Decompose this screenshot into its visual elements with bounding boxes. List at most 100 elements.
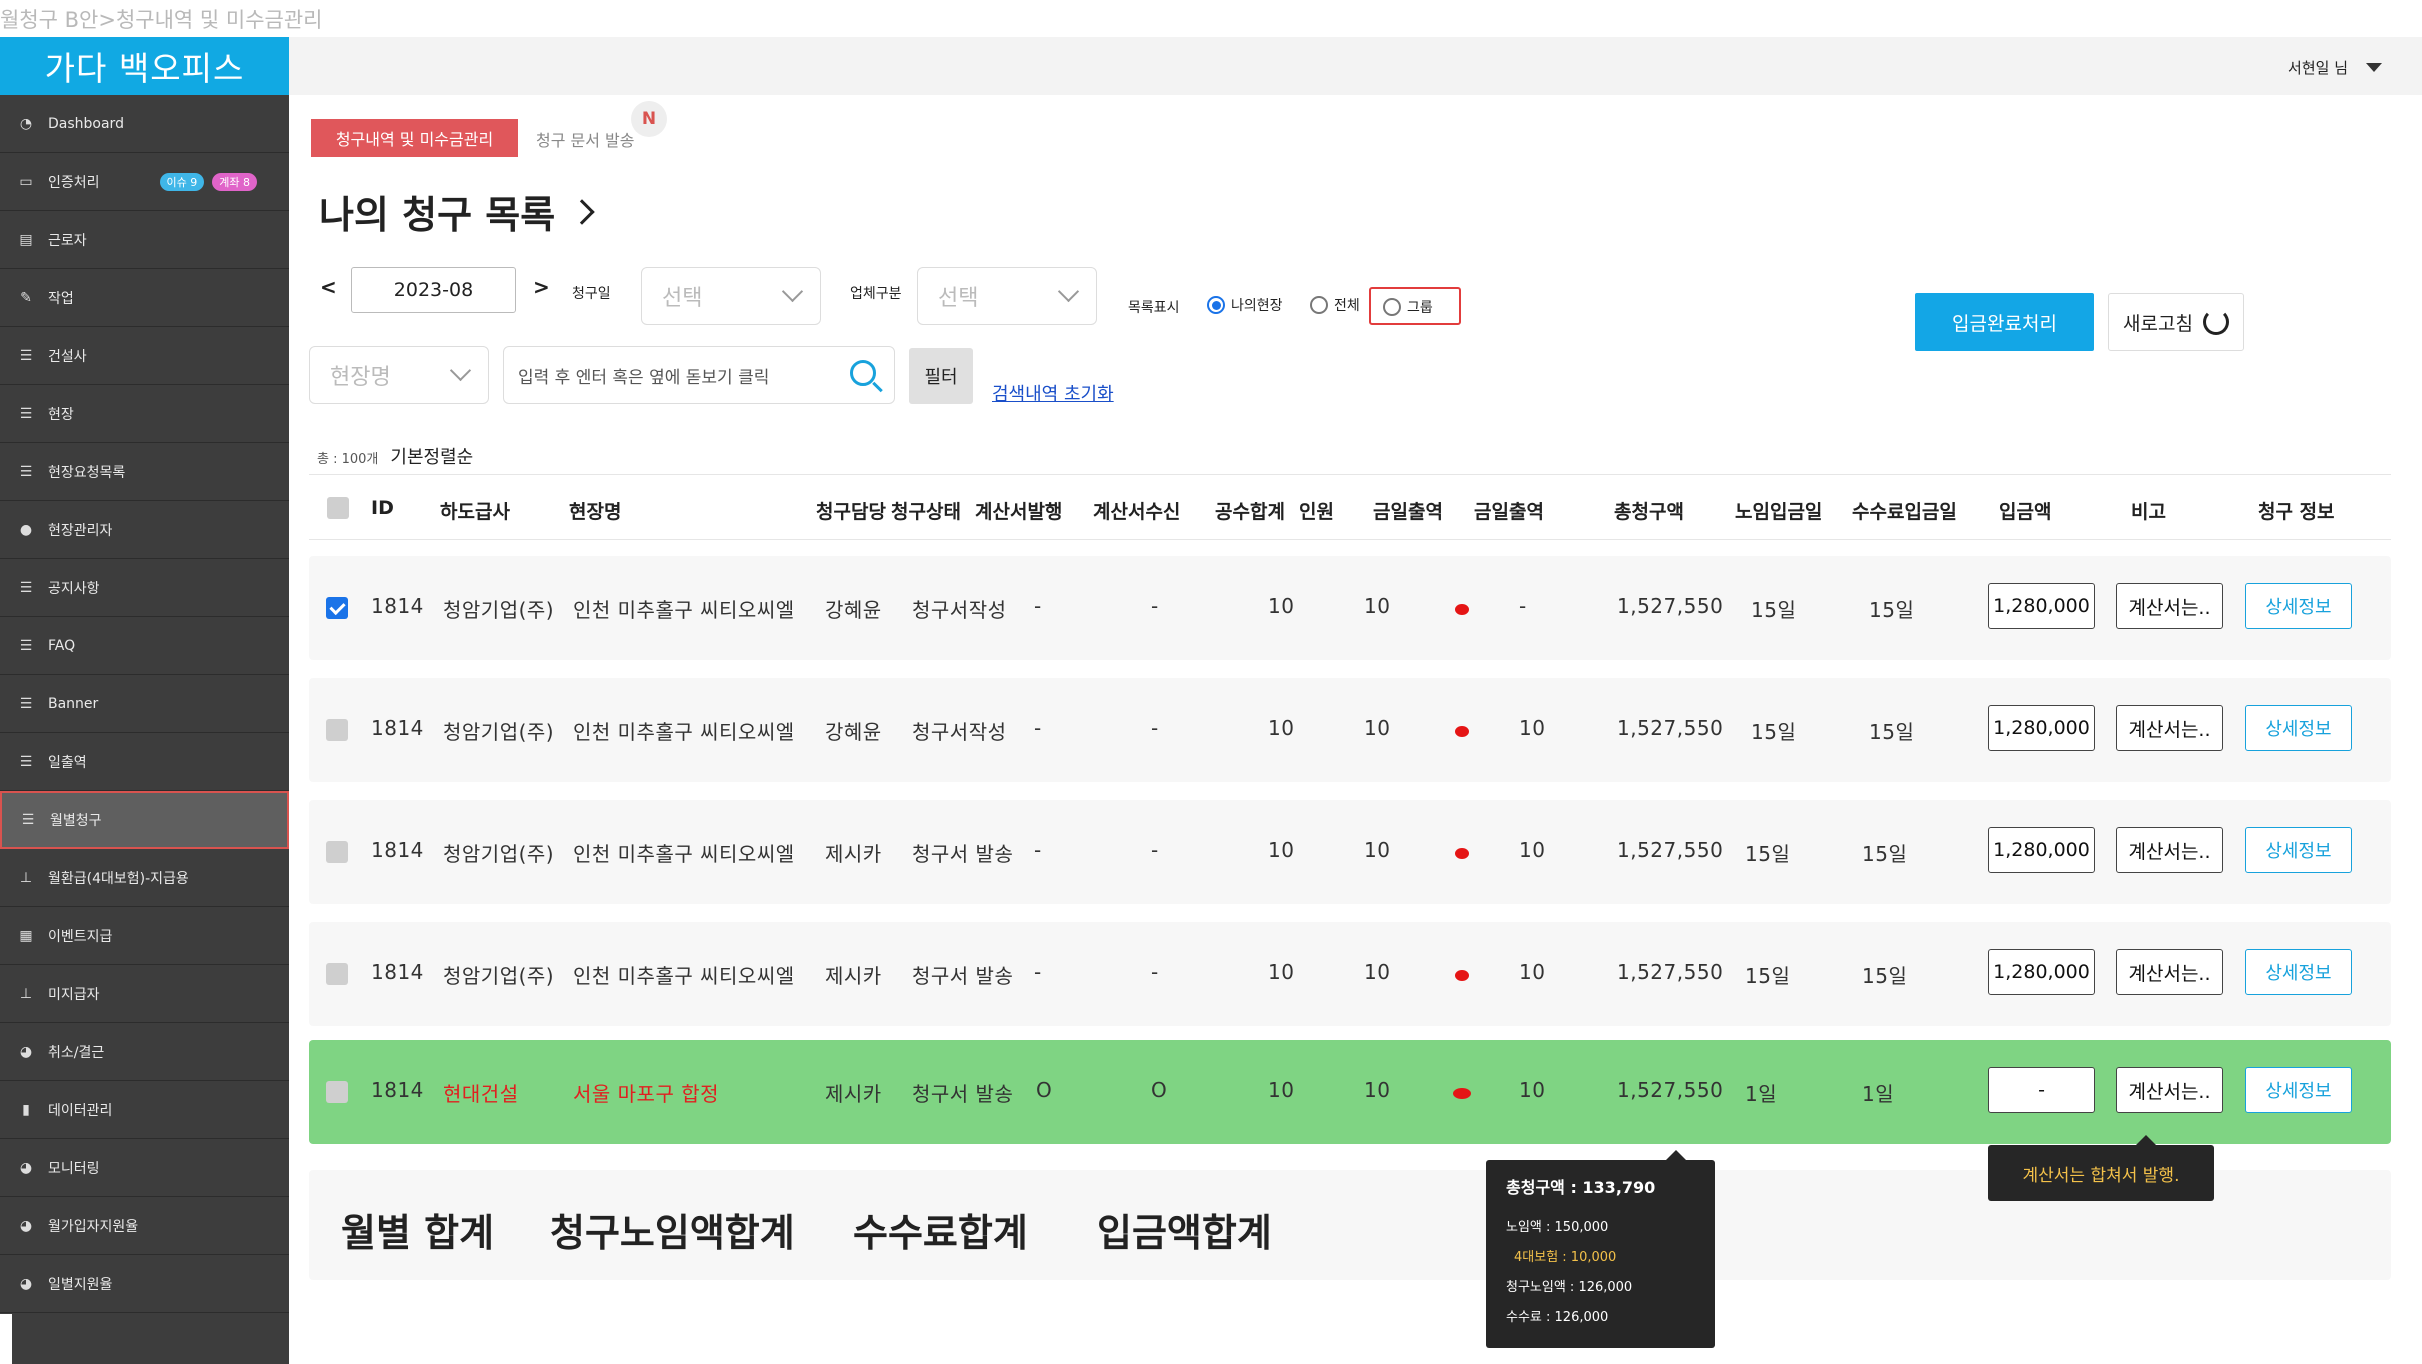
- reset-search-link[interactable]: 검색내역 초기화: [992, 380, 1114, 406]
- sidebar-item-14[interactable]: ▦ 이벤트지급: [0, 907, 289, 965]
- column-header[interactable]: 하도급사: [440, 497, 510, 524]
- next-month-button[interactable]: >: [533, 275, 550, 299]
- note-button[interactable]: 계산서는..: [2116, 827, 2223, 873]
- cell-total: 1,527,550: [1617, 960, 1724, 984]
- sidebar-item-5[interactable]: ☰ 현장: [0, 385, 289, 443]
- radio-group[interactable]: 그룹: [1383, 297, 1433, 317]
- deposit-amount-input[interactable]: 1,280,000: [1988, 705, 2095, 751]
- row-checkbox[interactable]: [326, 719, 348, 741]
- column-header[interactable]: 총청구액: [1614, 497, 1684, 524]
- site-select[interactable]: 현장명: [309, 346, 489, 404]
- column-header[interactable]: 현장명: [569, 497, 621, 524]
- search-input[interactable]: 입력 후 엔터 혹은 옆에 돋보기 클릭: [503, 346, 895, 404]
- biz-type-select[interactable]: 선택: [917, 267, 1097, 325]
- column-header[interactable]: 금일출역: [1373, 497, 1443, 524]
- row-checkbox[interactable]: [326, 841, 348, 863]
- column-header[interactable]: 인원: [1299, 497, 1334, 524]
- select-all-checkbox[interactable]: [327, 497, 349, 519]
- sidebar-item-8[interactable]: ☰ 공지사항: [0, 559, 289, 617]
- sidebar-item-label: 월환급(4대보험)-지급용: [48, 870, 189, 887]
- billing-day-select[interactable]: 선택: [641, 267, 821, 325]
- column-header[interactable]: ID: [371, 497, 394, 519]
- column-header[interactable]: 노임입금일: [1735, 497, 1822, 524]
- sidebar-scroll-handle[interactable]: [0, 1314, 12, 1364]
- detail-button[interactable]: 상세정보: [2245, 1067, 2352, 1113]
- column-header[interactable]: 수수료입금일: [1852, 497, 1957, 524]
- deposit-amount-input[interactable]: 1,280,000: [1988, 949, 2095, 995]
- sidebar-item-label: 건설사: [48, 348, 87, 365]
- sidebar-item-label: FAQ: [48, 637, 76, 654]
- brand-logo[interactable]: 가다 백오피스: [0, 37, 289, 95]
- refresh-button[interactable]: 새로고침: [2108, 293, 2244, 351]
- sidebar-item-12[interactable]: ☰ 월별청구: [0, 791, 289, 849]
- chevron-right-icon[interactable]: [569, 198, 595, 225]
- sidebar-item-7[interactable]: ● 현장관리자: [0, 501, 289, 559]
- cell-wage-day: 1일: [1745, 1082, 1778, 1106]
- filter-button[interactable]: 필터: [909, 348, 973, 404]
- column-header[interactable]: 비고: [2131, 497, 2166, 524]
- sidebar-item-15[interactable]: ⊥ 미지급자: [0, 965, 289, 1023]
- detail-button[interactable]: 상세정보: [2245, 583, 2352, 629]
- column-header[interactable]: 계산서발행: [975, 497, 1062, 524]
- chevron-down-icon[interactable]: [2366, 63, 2382, 72]
- deposit-complete-button[interactable]: 입금완료처리: [1915, 293, 2094, 351]
- table-row[interactable]: 1814 청암기업(주) 인천 미추홀구 씨티오씨엘 제시카 청구서 발송 - -10 10 1…: [309, 800, 2391, 904]
- prev-month-button[interactable]: <: [320, 275, 337, 299]
- table-row[interactable]: 1814 청암기업(주) 인천 미추홀구 씨티오씨엘 강혜윤 청구서작성 - - 10 10 10…: [309, 678, 2391, 782]
- column-header[interactable]: 청구담당: [816, 497, 886, 524]
- detail-button[interactable]: 상세정보: [2245, 949, 2352, 995]
- radio-all[interactable]: 전체: [1310, 295, 1360, 315]
- sidebar-item-10[interactable]: ☰ Banner: [0, 675, 289, 733]
- note-button[interactable]: 계산서는..: [2116, 949, 2223, 995]
- search-icon[interactable]: [850, 360, 876, 386]
- row-checkbox[interactable]: [326, 1081, 348, 1103]
- sort-order[interactable]: 기본정렬순: [390, 447, 473, 468]
- sidebar-item-13[interactable]: ⊥ 월환급(4대보험)-지급용: [0, 849, 289, 907]
- sidebar-item-18[interactable]: ◕ 모니터링: [0, 1139, 289, 1197]
- sidebar-item-label: 일출역: [48, 754, 87, 771]
- gift-icon: ▦: [19, 927, 33, 944]
- cell-sub: 청암기업(주): [443, 842, 555, 866]
- row-checkbox[interactable]: [326, 963, 348, 985]
- row-checkbox[interactable]: [326, 597, 348, 619]
- column-header[interactable]: 계산서수신: [1093, 497, 1180, 524]
- deposit-amount-input[interactable]: 1,280,000: [1988, 583, 2095, 629]
- sidebar-item-9[interactable]: ☰ FAQ: [0, 617, 289, 675]
- tab-billing-receivables[interactable]: 청구내역 및 미수금관리: [311, 119, 518, 157]
- sidebar-item-label: 이벤트지급: [48, 928, 113, 945]
- sidebar-item-20[interactable]: ◕ 일별지원율: [0, 1255, 289, 1313]
- sidebar-item-16[interactable]: ◕ 취소/결근: [0, 1023, 289, 1081]
- detail-button[interactable]: 상세정보: [2245, 705, 2352, 751]
- sidebar-item-label: 취소/결근: [48, 1044, 105, 1061]
- tab-document-send[interactable]: 청구 문서 발송: [536, 127, 635, 151]
- note-button[interactable]: 계산서는..: [2116, 1067, 2223, 1113]
- sidebar-item-label: 근로자: [48, 232, 87, 249]
- sidebar-item-19[interactable]: ◕ 월가입자지원율: [0, 1197, 289, 1255]
- radio-my-sites[interactable]: 나의현장: [1207, 295, 1283, 315]
- sidebar-item-0[interactable]: ◔ Dashboard: [0, 95, 289, 153]
- sidebar-item-11[interactable]: ☰ 일출역: [0, 733, 289, 791]
- column-header[interactable]: 청구 정보: [2258, 497, 2335, 524]
- user-menu[interactable]: 서현일 님: [2288, 57, 2382, 78]
- month-field[interactable]: 2023-08: [351, 267, 516, 313]
- sidebar-item-6[interactable]: ☰ 현장요청목록: [0, 443, 289, 501]
- radio-icon: [1310, 296, 1328, 314]
- sidebar-item-3[interactable]: ✎ 작업: [0, 269, 289, 327]
- sidebar-item-17[interactable]: ▮ 데이터관리: [0, 1081, 289, 1139]
- column-header[interactable]: 공수합계: [1215, 497, 1285, 524]
- column-header[interactable]: 입금액: [1999, 497, 2051, 524]
- sidebar-item-1[interactable]: ▭ 인증처리 이슈 9 계좌 8: [0, 153, 289, 211]
- sidebar-item-2[interactable]: ▤ 근로자: [0, 211, 289, 269]
- deposit-amount-input[interactable]: -: [1988, 1067, 2095, 1113]
- column-header[interactable]: 금일출역: [1474, 497, 1544, 524]
- note-button[interactable]: 계산서는..: [2116, 705, 2223, 751]
- deposit-amount-input[interactable]: 1,280,000: [1988, 827, 2095, 873]
- detail-button[interactable]: 상세정보: [2245, 827, 2352, 873]
- sidebar-item-label: 현장관리자: [48, 522, 113, 539]
- table-row[interactable]: 1814 청암기업(주) 인천 미추홀구 씨티오씨엘 강혜윤 청구서작성 - - 10 10 - 1…: [309, 556, 2391, 660]
- table-row[interactable]: 1814 청암기업(주) 인천 미추홀구 씨티오씨엘 제시카 청구서 발송 - -10 10 1…: [309, 922, 2391, 1026]
- sidebar-item-4[interactable]: ☰ 건설사: [0, 327, 289, 385]
- table-row[interactable]: 1814 현대건설 서울 마포구 합정 제시카 청구서 발송 O O 10 10 10 1,527,…: [309, 1040, 2391, 1144]
- column-header[interactable]: 청구상태: [891, 497, 961, 524]
- note-button[interactable]: 계산서는..: [2116, 583, 2223, 629]
